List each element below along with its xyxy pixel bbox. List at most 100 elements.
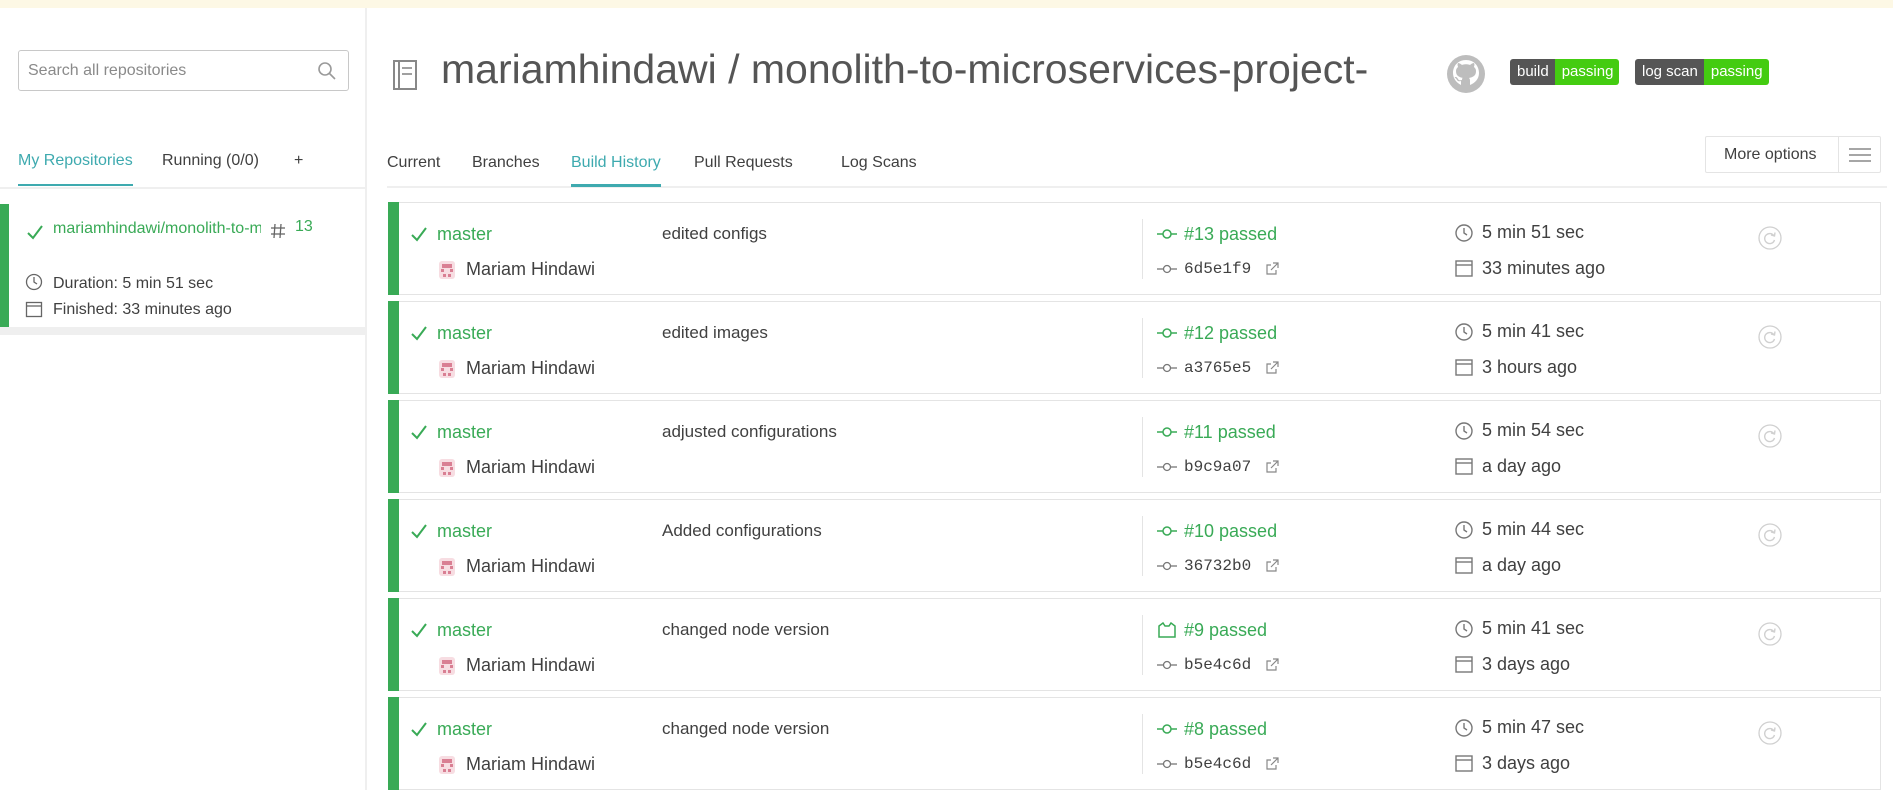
status-bar (388, 301, 399, 394)
commit-message[interactable]: changed node version (662, 620, 829, 640)
check-icon (411, 425, 427, 440)
author-name: Mariam Hindawi (466, 259, 596, 279)
build-status-badge[interactable]: build passing (1510, 59, 1620, 85)
hash-icon (271, 223, 285, 239)
status-bar (388, 499, 399, 592)
external-link-icon[interactable] (1265, 262, 1279, 276)
repository-search[interactable] (18, 50, 349, 91)
divider (1142, 417, 1143, 477)
commit-message[interactable]: changed node version (662, 719, 829, 739)
branch-name[interactable]: master (437, 719, 492, 740)
tab-build-history[interactable]: Build History (571, 154, 661, 187)
push-icon (1157, 724, 1177, 734)
build-number-link[interactable]: #11 passed (1184, 422, 1276, 443)
status-bar (388, 598, 399, 691)
commit-sha[interactable]: 36732b0 (1184, 557, 1251, 575)
branch-name[interactable]: master (437, 521, 492, 542)
branch-name[interactable]: master (437, 224, 492, 245)
tab-pull-requests[interactable]: Pull Requests (694, 154, 793, 172)
build-duration: 5 min 54 sec (1482, 420, 1585, 440)
search-input[interactable] (19, 51, 299, 90)
external-link-icon[interactable] (1265, 361, 1279, 375)
build-row[interactable]: master Mariam Hindawi adjusted configura… (388, 400, 1881, 493)
build-number-link[interactable]: #8 passed (1184, 719, 1267, 740)
commit-message[interactable]: edited configs (662, 224, 767, 244)
clock-icon (1455, 521, 1473, 539)
restart-icon[interactable] (1758, 721, 1782, 745)
commit-icon (1157, 363, 1177, 373)
author-name: Mariam Hindawi (466, 457, 596, 477)
commit-sha[interactable]: a3765e5 (1184, 359, 1251, 377)
clock-icon (1455, 620, 1473, 638)
hamburger-icon[interactable] (1838, 137, 1880, 172)
build-number-link[interactable]: #12 passed (1184, 323, 1277, 344)
restart-icon[interactable] (1758, 523, 1782, 547)
more-options-button[interactable]: More options (1705, 136, 1881, 173)
push-icon (1157, 526, 1177, 536)
add-repository-button[interactable]: + (294, 152, 303, 170)
commit-sha[interactable]: b5e4c6d (1184, 755, 1251, 773)
duration-text: Duration: 5 min 51 sec (53, 275, 214, 292)
divider (1142, 714, 1143, 774)
more-options-label: More options (1724, 146, 1817, 163)
branch-name[interactable]: master (437, 620, 492, 641)
tab-current[interactable]: Current (387, 154, 440, 172)
calendar-icon (1455, 656, 1473, 673)
build-row[interactable]: master Mariam Hindawi Added configuratio… (388, 499, 1881, 592)
build-row[interactable]: master Mariam Hindawi edited configs #13… (388, 202, 1881, 295)
push-icon (1157, 328, 1177, 338)
repository-card[interactable]: mariamhindawi/monolith-to-microservices-… (0, 204, 367, 335)
commit-sha[interactable]: b5e4c6d (1184, 656, 1251, 674)
tab-branches[interactable]: Branches (472, 154, 540, 172)
repository-link[interactable]: mariamhindawi/monolith-to-microservices-… (53, 220, 261, 238)
check-icon (411, 524, 427, 539)
external-link-icon[interactable] (1265, 658, 1279, 672)
branch-name[interactable]: master (437, 323, 492, 344)
commit-message[interactable]: edited images (662, 323, 768, 343)
finished-time: a day ago (1482, 555, 1562, 575)
badge-value: passing (1554, 59, 1620, 85)
calendar-icon (1455, 260, 1473, 277)
github-icon[interactable] (1446, 54, 1486, 94)
restart-icon[interactable] (1758, 226, 1782, 250)
status-bar (388, 697, 399, 790)
calendar-icon (1455, 359, 1473, 376)
restart-icon[interactable] (1758, 325, 1782, 349)
commit-icon (1157, 264, 1177, 274)
build-number[interactable]: 13 (295, 218, 313, 236)
tab-running[interactable]: Running (0/0) (162, 152, 259, 170)
external-link-icon[interactable] (1265, 559, 1279, 573)
build-history-list: master Mariam Hindawi edited configs #13… (388, 202, 1881, 796)
build-number-link[interactable]: #10 passed (1184, 521, 1277, 542)
build-row[interactable]: master Mariam Hindawi changed node versi… (388, 598, 1881, 691)
build-row[interactable]: master Mariam Hindawi changed node versi… (388, 697, 1881, 790)
build-duration: 5 min 47 sec (1482, 717, 1585, 737)
restart-icon[interactable] (1758, 424, 1782, 448)
calendar-icon (25, 301, 43, 318)
divider (1142, 516, 1143, 576)
log-scan-badge[interactable]: log scan passing (1635, 59, 1769, 85)
search-icon[interactable] (317, 61, 337, 81)
build-number-link[interactable]: #13 passed (1184, 224, 1277, 245)
commit-icon (1157, 759, 1177, 769)
page-title: mariamhindawi / monolith-to-microservice… (441, 46, 1369, 92)
clock-icon (1455, 224, 1473, 242)
calendar-icon (1455, 755, 1473, 772)
external-link-icon[interactable] (1265, 460, 1279, 474)
check-icon (411, 623, 427, 638)
restart-icon[interactable] (1758, 622, 1782, 646)
commit-sha[interactable]: b9c9a07 (1184, 458, 1251, 476)
commit-message[interactable]: adjusted configurations (662, 422, 837, 442)
external-link-icon[interactable] (1265, 757, 1279, 771)
tab-log-scans[interactable]: Log Scans (841, 154, 917, 172)
commit-sha[interactable]: 6d5e1f9 (1184, 260, 1251, 278)
api-icon (1158, 622, 1176, 638)
commit-message[interactable]: Added configurations (662, 521, 822, 541)
branch-name[interactable]: master (437, 422, 492, 443)
clock-icon (1455, 719, 1473, 737)
build-row[interactable]: master Mariam Hindawi edited images #12 … (388, 301, 1881, 394)
commit-icon (1157, 462, 1177, 472)
tab-my-repositories[interactable]: My Repositories (18, 152, 133, 186)
push-icon (1157, 427, 1177, 437)
build-number-link[interactable]: #9 passed (1184, 620, 1267, 641)
